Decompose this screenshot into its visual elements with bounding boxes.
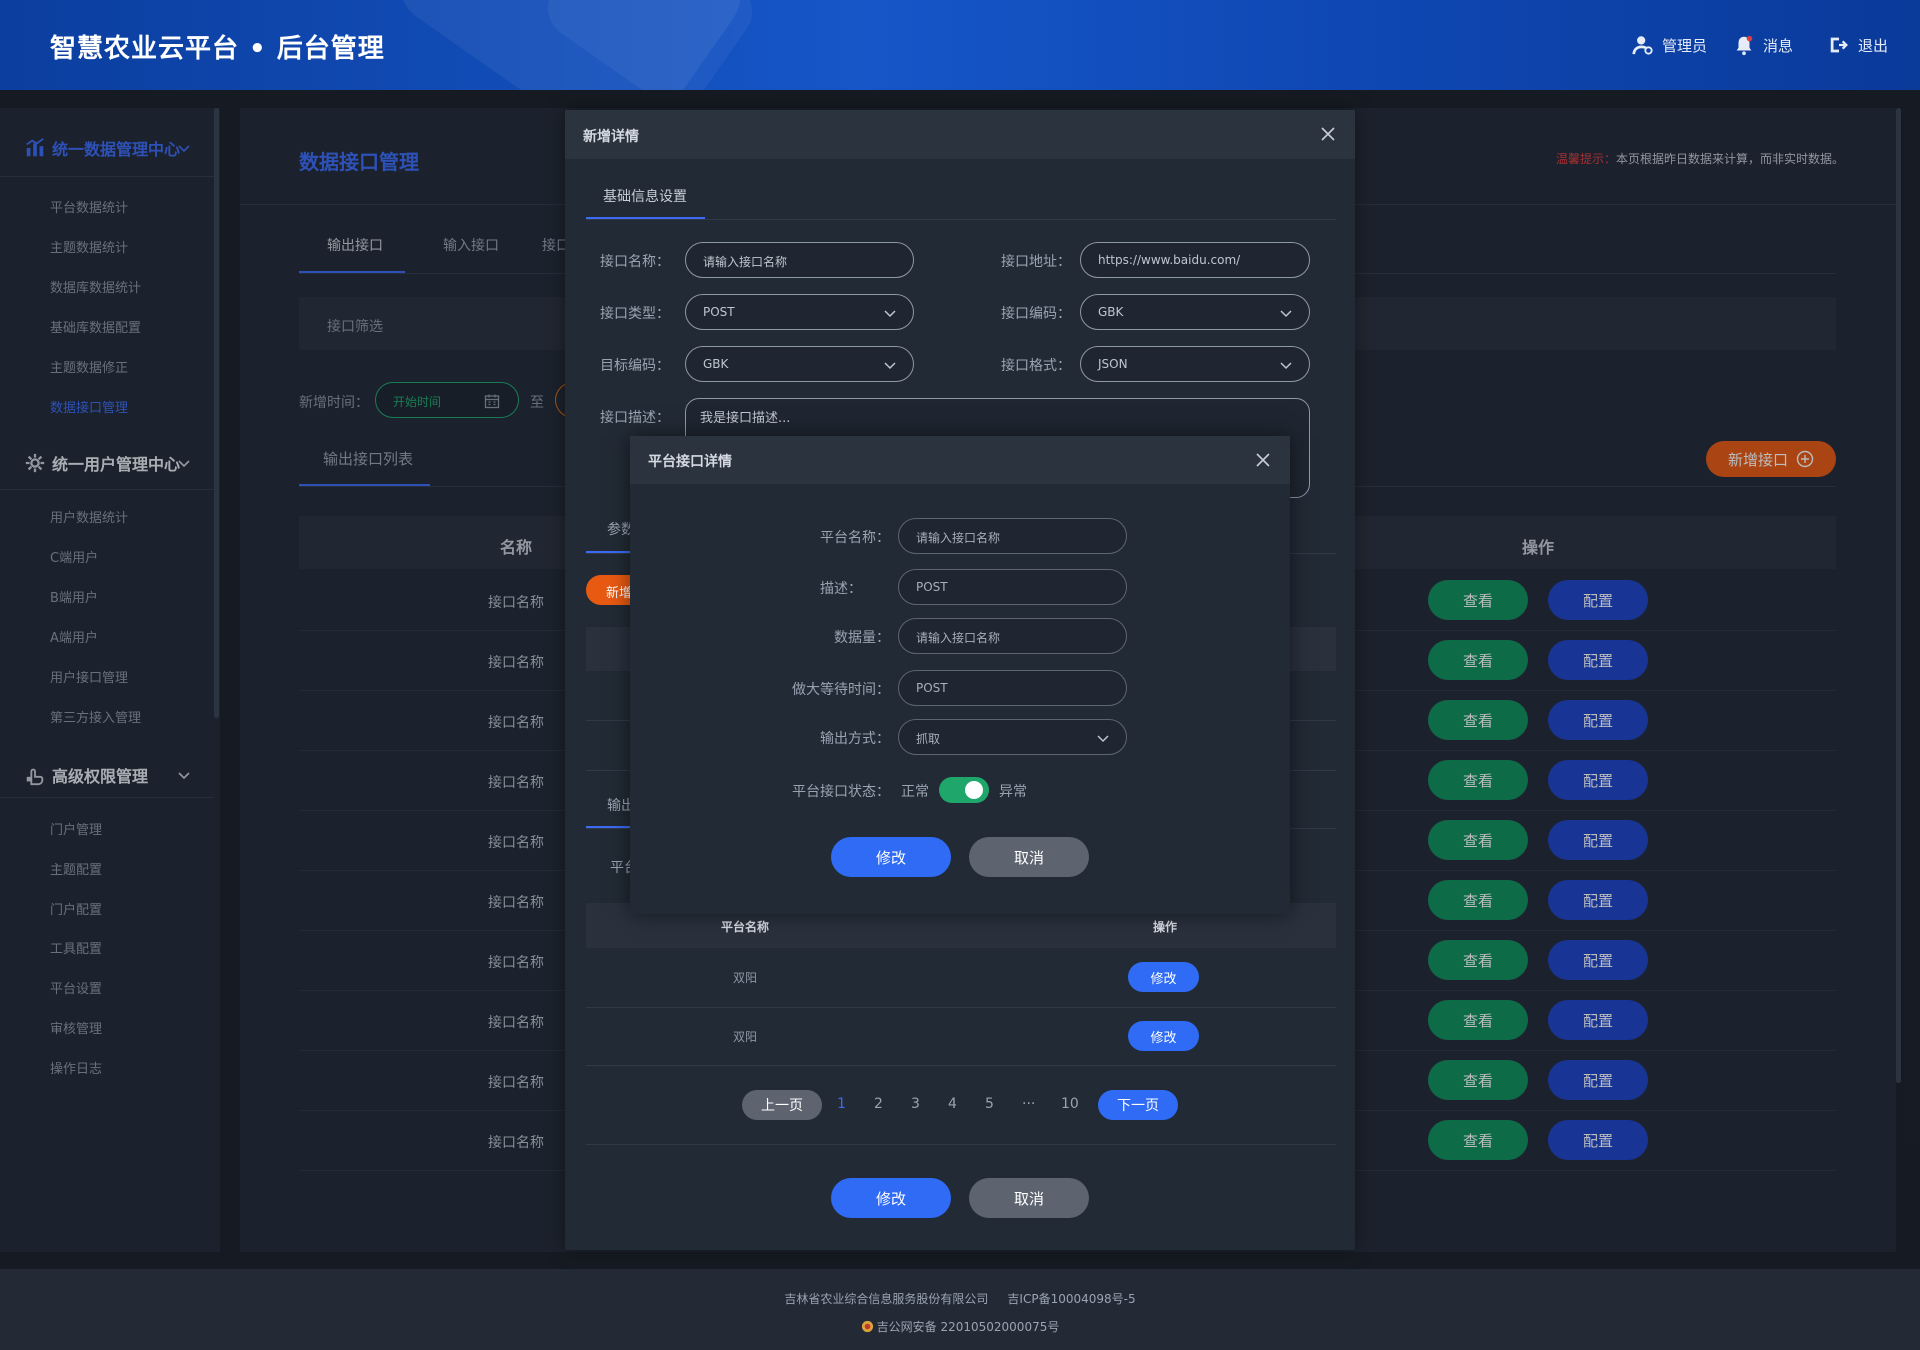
interface-address-input[interactable]: https://www.baidu.com/ — [1080, 242, 1310, 278]
platform-description-input[interactable]: POST — [898, 569, 1127, 605]
footer — [0, 1269, 1920, 1350]
type-value: POST — [703, 305, 735, 319]
police-badge-icon — [861, 1320, 873, 1333]
column-header-operation: 操作 — [1153, 920, 1178, 934]
field-label-platform-name: 平台名称： — [820, 530, 890, 546]
output-value: 抓取 — [916, 732, 941, 746]
data-volume-input[interactable]: 请输入接口名称 — [898, 618, 1127, 654]
dialog-title: 平台接口详情 — [648, 454, 732, 470]
interface-name-input[interactable]: 请输入接口名称 — [685, 242, 914, 278]
field-label-status: 平台接口状态： — [792, 784, 890, 800]
pagination-prev-button[interactable]: 上一页 — [742, 1090, 822, 1120]
admin-label: 管理员 — [1662, 36, 1708, 55]
description-value: 我是接口描述... — [700, 411, 791, 426]
tab-basic-info[interactable]: 基础信息设置 — [603, 186, 687, 206]
platform-name-placeholder: 请输入接口名称 — [916, 531, 1001, 545]
app-title: 智慧农业云平台 • 后台管理 — [50, 34, 385, 64]
close-icon[interactable] — [1255, 452, 1271, 468]
encoding-value: GBK — [1098, 305, 1124, 319]
field-label-address: 接口地址： — [1001, 254, 1071, 270]
dialog-cancel-button[interactable]: 取消 — [969, 1178, 1089, 1218]
user-gear-icon — [1632, 36, 1653, 55]
field-label-target-encoding: 目标编码： — [600, 358, 670, 374]
pagination-page[interactable]: 4 — [948, 1096, 957, 1112]
dialog-header — [565, 110, 1355, 159]
interface-format-select[interactable]: JSON — [1080, 346, 1310, 382]
chevron-down-icon — [1280, 310, 1292, 318]
format-value: JSON — [1098, 357, 1128, 371]
platform-edit-button[interactable]: 修改 — [1128, 962, 1199, 992]
pagination-next-button[interactable]: 下一页 — [1098, 1090, 1178, 1120]
platform-edit-submit-button[interactable]: 修改 — [831, 837, 951, 877]
output-mode-select[interactable]: 抓取 — [898, 719, 1127, 755]
admin-link[interactable]: 管理员 — [1632, 34, 1707, 56]
platform-name-input[interactable]: 请输入接口名称 — [898, 518, 1127, 554]
field-label-description: 接口描述： — [600, 410, 670, 426]
status-normal-label: 正常 — [901, 784, 929, 800]
field-label-output-mode: 输出方式： — [820, 731, 890, 747]
pagination-page[interactable]: 10 — [1061, 1096, 1079, 1112]
logout-icon — [1830, 37, 1848, 53]
platform-name-cell: 双阳 — [733, 1030, 758, 1044]
pagination-page[interactable]: 1 — [837, 1096, 846, 1112]
close-icon[interactable] — [1320, 126, 1336, 142]
field-label-max-wait: 做大等待时间： — [792, 682, 890, 698]
field-label-encoding: 接口编码： — [1001, 306, 1071, 322]
platform-edit-button[interactable]: 修改 — [1128, 1021, 1199, 1051]
platform-name-cell: 双阳 — [733, 971, 758, 985]
field-label-data-volume: 数据量： — [834, 630, 890, 646]
dialog-edit-button[interactable]: 修改 — [831, 1178, 951, 1218]
chevron-down-icon — [1280, 362, 1292, 370]
platform-cancel-button[interactable]: 取消 — [969, 837, 1089, 877]
footer-police-record: 吉公网安备 22010502000075号 — [0, 1318, 1920, 1335]
wait-value: POST — [916, 681, 948, 695]
logout-label: 退出 — [1858, 36, 1889, 55]
footer-company: 吉林省农业综合信息服务股份有限公司 吉ICP备10004098号-5 — [784, 1292, 1136, 1306]
dialog-title: 新增详情 — [583, 129, 639, 145]
pagination-page[interactable]: 3 — [911, 1096, 920, 1112]
target-value: GBK — [703, 357, 729, 371]
messages-link[interactable]: 消息 — [1733, 34, 1793, 56]
field-label-description: 描述： — [820, 581, 862, 597]
max-wait-input[interactable]: POST — [898, 670, 1127, 706]
bell-icon — [1736, 35, 1753, 56]
logout-link[interactable]: 退出 — [1828, 34, 1888, 56]
field-label-name: 接口名称： — [600, 254, 670, 270]
description-value: POST — [916, 580, 948, 594]
messages-label: 消息 — [1763, 36, 1794, 55]
pagination-page[interactable]: 2 — [874, 1096, 883, 1112]
chevron-down-icon — [884, 310, 896, 318]
target-encoding-select[interactable]: GBK — [685, 346, 914, 382]
column-header-platform-name: 平台名称 — [721, 920, 770, 934]
interface-encoding-select[interactable]: GBK — [1080, 294, 1310, 330]
status-abnormal-label: 异常 — [999, 784, 1027, 800]
volume-placeholder: 请输入接口名称 — [916, 631, 1001, 645]
interface-type-select[interactable]: POST — [685, 294, 914, 330]
pagination-ellipsis: ··· — [1022, 1096, 1036, 1112]
pagination-page[interactable]: 5 — [985, 1096, 994, 1112]
field-label-type: 接口类型： — [600, 306, 670, 322]
chevron-down-icon — [884, 362, 896, 370]
address-value: https://www.baidu.com/ — [1098, 253, 1241, 267]
footer-police-text: 吉公网安备 22010502000075号 — [876, 1320, 1060, 1334]
name-placeholder: 请输入接口名称 — [703, 255, 788, 269]
toggle-knob[interactable] — [965, 781, 983, 799]
chevron-down-icon — [1097, 735, 1109, 743]
field-label-format: 接口格式： — [1001, 358, 1071, 374]
